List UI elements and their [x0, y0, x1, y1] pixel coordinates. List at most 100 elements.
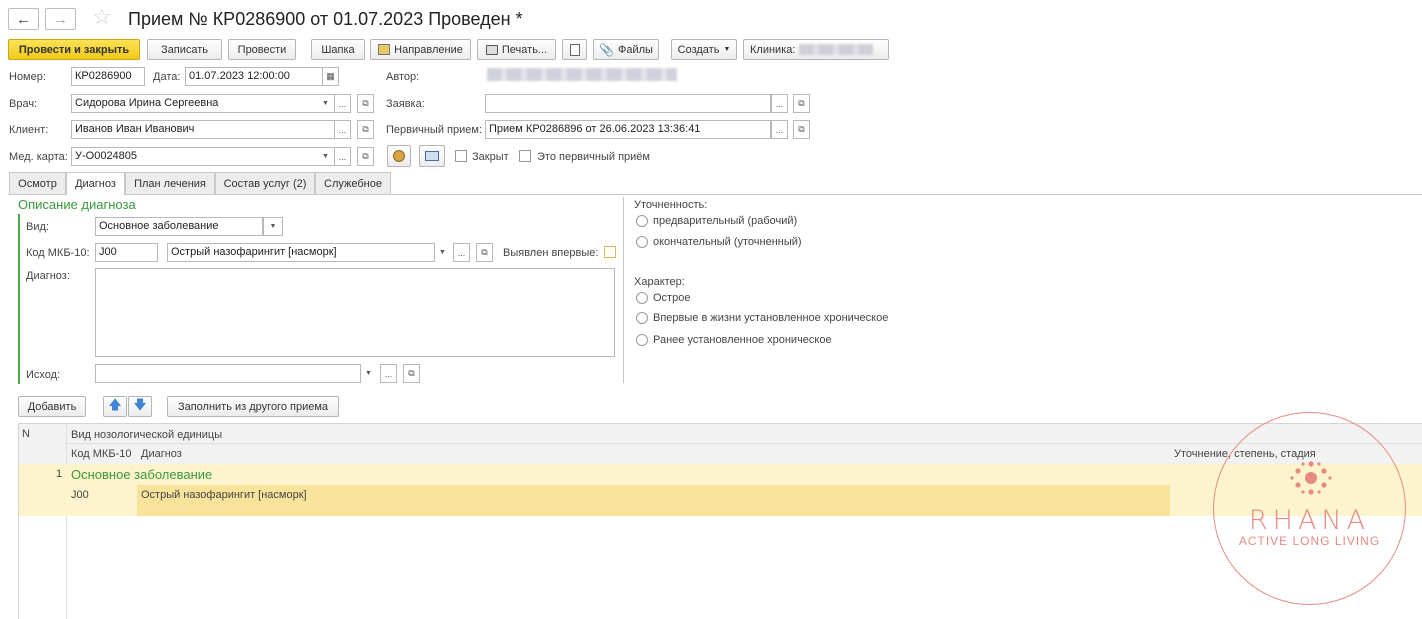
first-visit-checkbox[interactable]	[519, 150, 531, 162]
character-first-chronic-label: Впервые в жизни установленное хроническо…	[653, 312, 889, 324]
doctor-dropdown-button[interactable]: ▼	[317, 94, 334, 113]
row-kind: Основное заболевание	[71, 467, 213, 482]
create-label: Создать	[677, 43, 720, 56]
col-kind-header[interactable]: Вид нозологической единицы	[71, 429, 222, 441]
request-open-button[interactable]: ⧉	[793, 94, 810, 113]
tab-diagnosis[interactable]: Диагноз	[66, 172, 125, 195]
number-label: Номер:	[9, 71, 46, 83]
primary-visit-label: Первичный прием:	[386, 124, 482, 136]
primary-visit-open-button[interactable]: ⧉	[793, 120, 810, 139]
tab-examination[interactable]: Осмотр	[9, 172, 66, 194]
character-known-chronic-radio[interactable]	[636, 334, 648, 346]
accuracy-final-radio[interactable]	[636, 236, 648, 248]
request-field[interactable]	[485, 94, 771, 113]
row-number: 1	[56, 468, 63, 480]
medcard-select-button[interactable]: ...	[334, 147, 351, 166]
closed-label: Закрыт	[472, 151, 509, 163]
closed-checkbox[interactable]	[455, 150, 467, 162]
print-label: Печать...	[501, 43, 548, 56]
first-detected-checkbox[interactable]	[604, 246, 616, 258]
chevron-down-icon: ▼	[322, 100, 329, 107]
outcome-open-button[interactable]: ⧉	[403, 364, 420, 383]
back-button[interactable]: ←	[8, 8, 39, 30]
files-button[interactable]: 📎 Файлы	[593, 39, 659, 60]
forward-button[interactable]: →	[45, 8, 76, 30]
outcome-dropdown-button[interactable]: ▼	[360, 364, 377, 383]
mkb-label: Код МКБ-10:	[26, 247, 90, 259]
dropdown-arrow-icon: ▼	[723, 46, 731, 53]
medcard-field[interactable]: У-О0024805	[71, 147, 335, 166]
open-window-icon: ⧉	[481, 247, 488, 257]
post-and-close-button[interactable]: Провести и закрыть	[8, 39, 140, 60]
move-down-button[interactable]: 🡇	[128, 396, 152, 417]
author-label: Автор:	[386, 71, 420, 83]
move-up-button[interactable]: 🡅	[103, 396, 127, 417]
column-separator	[623, 197, 624, 383]
accuracy-preliminary-radio[interactable]	[636, 215, 648, 227]
paperclip-icon: 📎	[599, 42, 614, 57]
doctor-select-button[interactable]: ...	[334, 94, 351, 113]
save-button[interactable]: Записать	[147, 39, 222, 60]
files-label: Файлы	[618, 43, 653, 56]
outcome-select-button[interactable]: ...	[380, 364, 397, 383]
client-open-button[interactable]: ⧉	[357, 120, 374, 139]
patient-photo-button[interactable]	[387, 145, 411, 167]
calendar-button[interactable]: ▦	[322, 67, 339, 86]
medcard-dropdown-button[interactable]: ▼	[317, 147, 334, 166]
medcard-open-button[interactable]: ⧉	[357, 147, 374, 166]
request-select-button[interactable]: ...	[771, 94, 788, 113]
print-button[interactable]: Печать...	[477, 39, 556, 60]
row-code: J00	[71, 489, 89, 501]
doctor-open-button[interactable]: ⧉	[357, 94, 374, 113]
character-acute-label: Острое	[653, 292, 691, 304]
client-field[interactable]: Иванов Иван Иванович	[71, 120, 335, 139]
favorite-star-icon[interactable]: ☆	[92, 4, 112, 30]
tab-treatment-plan[interactable]: План лечения	[125, 172, 215, 194]
calendar-icon: ▦	[326, 71, 335, 81]
mkb-code-field[interactable]: J00	[95, 243, 158, 262]
client-select-button[interactable]: ...	[334, 120, 351, 139]
primary-visit-field[interactable]: Прием КР0286896 от 26.06.2023 13:36:41	[485, 120, 771, 139]
tab-services[interactable]: Состав услуг (2)	[215, 172, 315, 194]
clinic-label: Клиника:	[750, 43, 796, 56]
kind-field[interactable]: Основное заболевание	[95, 217, 263, 236]
author-value-redacted	[487, 68, 677, 81]
outcome-field[interactable]	[95, 364, 361, 383]
arrow-left-icon: ←	[16, 10, 31, 28]
open-window-icon: ⧉	[798, 98, 805, 108]
report-button[interactable]	[562, 39, 587, 60]
number-field[interactable]: КР0286900	[71, 67, 145, 86]
clinic-button[interactable]: Клиника:	[743, 39, 889, 60]
character-first-chronic-radio[interactable]	[636, 312, 648, 324]
image-button[interactable]	[419, 145, 445, 167]
add-button[interactable]: Добавить	[18, 396, 86, 417]
character-known-chronic-label: Ранее установленное хроническое	[653, 334, 832, 346]
ellipsis-icon: ...	[775, 98, 784, 109]
diagnosis-section-title: Описание диагноза	[18, 197, 136, 212]
header-divider	[67, 443, 1422, 444]
diagnosis-text-area[interactable]	[95, 268, 615, 357]
mkb-name-field[interactable]: Острый назофарингит [насморк]	[167, 243, 435, 262]
character-acute-radio[interactable]	[636, 292, 648, 304]
character-label: Характер:	[634, 276, 685, 288]
tab-service-info[interactable]: Служебное	[315, 172, 391, 194]
header-button[interactable]: Шапка	[311, 39, 365, 60]
referral-button[interactable]: Направление	[370, 39, 471, 60]
mkb-dropdown-button[interactable]: ▼	[434, 243, 451, 262]
col-code-header[interactable]: Код МКБ-10	[71, 448, 131, 460]
col-n-header[interactable]: N	[22, 428, 30, 440]
kind-dropdown-button[interactable]: ▼	[263, 217, 283, 236]
primary-visit-select-button[interactable]: ...	[771, 120, 788, 139]
tab-bar-line	[8, 194, 1422, 195]
open-window-icon: ⧉	[362, 151, 369, 161]
col-diag-header[interactable]: Диагноз	[141, 448, 182, 460]
create-dropdown-button[interactable]: Создать ▼	[671, 39, 737, 60]
mkb-select-button[interactable]: ...	[453, 243, 470, 262]
kind-label: Вид:	[26, 221, 49, 233]
date-field[interactable]: 01.07.2023 12:00:00	[185, 67, 323, 86]
mkb-open-button[interactable]: ⧉	[476, 243, 493, 262]
doctor-field[interactable]: Сидорова Ирина Сергеевна	[71, 94, 335, 113]
row-diagnosis: Острый назофарингит [насморк]	[141, 489, 307, 501]
post-button[interactable]: Провести	[228, 39, 296, 60]
fill-from-other-visit-button[interactable]: Заполнить из другого приема	[167, 396, 339, 417]
